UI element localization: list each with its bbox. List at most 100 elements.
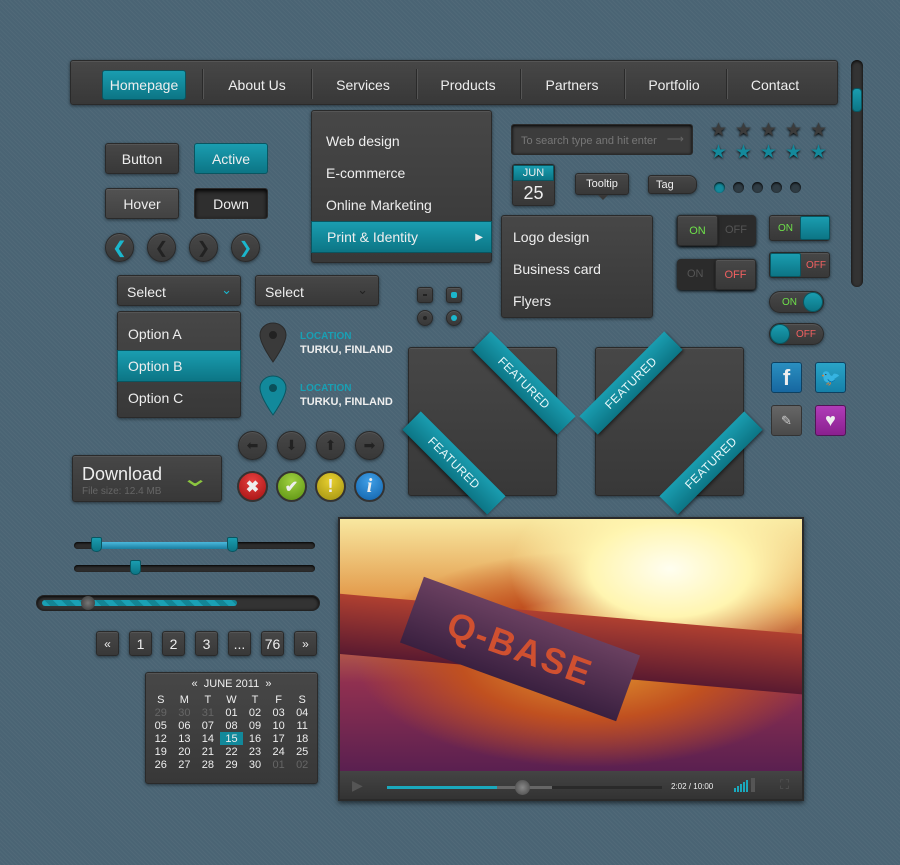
calendar-day[interactable]: 06: [173, 719, 197, 732]
arrow-left-button[interactable]: ⬅: [238, 431, 267, 460]
select-dropdown-open[interactable]: Select ⌄: [117, 275, 241, 306]
fullscreen-icon[interactable]: ⛶: [780, 777, 789, 793]
calendar-day[interactable]: 19: [149, 745, 173, 758]
option-a[interactable]: Option A: [118, 318, 240, 350]
warning-icon[interactable]: !: [315, 471, 346, 502]
toggle-off[interactable]: ON OFF: [677, 259, 756, 290]
calendar-day[interactable]: 30: [243, 758, 267, 771]
page-button[interactable]: 2: [162, 631, 185, 656]
heart-icon[interactable]: ♥: [815, 405, 846, 436]
submenu-item-flyers[interactable]: Flyers: [502, 285, 652, 317]
star-teal-icon[interactable]: ★: [710, 143, 727, 162]
calendar-day[interactable]: 10: [267, 719, 291, 732]
close-icon[interactable]: ✖: [237, 471, 268, 502]
calendar-day[interactable]: 26: [149, 758, 173, 771]
calendar-day[interactable]: 08: [220, 719, 244, 732]
star-teal-icon[interactable]: ★: [760, 143, 777, 162]
calendar-day[interactable]: 22: [220, 745, 244, 758]
facebook-icon[interactable]: f: [771, 362, 802, 393]
nav-portfolio[interactable]: Portfolio: [627, 70, 721, 100]
toggle-on[interactable]: ON OFF: [677, 215, 756, 246]
menu-item-print-identity[interactable]: Print & Identity ▶: [311, 221, 492, 253]
active-button[interactable]: Active: [194, 143, 268, 174]
star-teal-icon[interactable]: ★: [735, 143, 752, 162]
pill-toggle-on[interactable]: ON: [769, 291, 824, 313]
star-dark-icon[interactable]: ★: [735, 121, 752, 140]
pill-toggle-off[interactable]: OFF: [769, 323, 824, 345]
option-c[interactable]: Option C: [118, 382, 240, 414]
calendar-day[interactable]: 25: [290, 745, 314, 758]
calendar-day[interactable]: 23: [243, 745, 267, 758]
range-slider[interactable]: [74, 537, 315, 552]
slider-handle[interactable]: [130, 560, 141, 575]
switch-off[interactable]: OFF: [769, 252, 830, 278]
range-handle-min[interactable]: [91, 537, 102, 552]
calendar-day[interactable]: 20: [173, 745, 197, 758]
calendar-day[interactable]: 29: [149, 706, 173, 719]
deviantart-icon[interactable]: ✎: [771, 405, 802, 436]
pager-dot[interactable]: [771, 182, 782, 193]
calendar-day[interactable]: 01: [220, 706, 244, 719]
default-button[interactable]: Button: [105, 143, 179, 174]
calendar-day[interactable]: 28: [196, 758, 220, 771]
vertical-scrollbar[interactable]: [851, 60, 863, 287]
prev-arrow-button-active[interactable]: ❮: [105, 233, 134, 262]
volume-icon[interactable]: [734, 778, 758, 792]
page-button[interactable]: 76: [261, 631, 284, 656]
calendar-day[interactable]: 24: [267, 745, 291, 758]
calendar-day[interactable]: 02: [243, 706, 267, 719]
calendar-day[interactable]: 30: [173, 706, 197, 719]
calendar-day[interactable]: 18: [290, 732, 314, 745]
nav-homepage[interactable]: Homepage: [102, 70, 186, 100]
menu-item-web-design[interactable]: Web design: [312, 125, 491, 157]
star-dark-icon[interactable]: ★: [760, 121, 777, 140]
calendar-day[interactable]: 04: [290, 706, 314, 719]
search-input[interactable]: To search type and hit enter ⟶: [511, 124, 693, 155]
nav-partners[interactable]: Partners: [525, 70, 619, 100]
video-frame[interactable]: Q-BASE: [340, 519, 802, 771]
calendar-day[interactable]: 07: [196, 719, 220, 732]
seek-handle[interactable]: [515, 780, 530, 795]
pager-dot[interactable]: [752, 182, 763, 193]
calendar-day[interactable]: 17: [267, 732, 291, 745]
star-teal-icon[interactable]: ★: [810, 143, 827, 162]
calendar-day[interactable]: 01: [267, 758, 291, 771]
info-icon[interactable]: i: [354, 471, 385, 502]
star-teal-icon[interactable]: ★: [785, 143, 802, 162]
nav-products[interactable]: Products: [421, 70, 515, 100]
page-button[interactable]: ...: [228, 631, 251, 656]
page-button[interactable]: «: [96, 631, 119, 656]
check-icon[interactable]: ✔: [276, 471, 307, 502]
slider[interactable]: [74, 560, 315, 575]
video-seek-bar[interactable]: [387, 780, 662, 795]
next-arrow-button-active[interactable]: ❯: [231, 233, 260, 262]
checkbox-checked[interactable]: [446, 287, 462, 303]
arrow-up-button[interactable]: ⬆: [316, 431, 345, 460]
calendar-day[interactable]: 02: [290, 758, 314, 771]
radio-checked[interactable]: [446, 310, 462, 326]
hover-button[interactable]: Hover: [105, 188, 179, 219]
calendar-day[interactable]: 05: [149, 719, 173, 732]
submenu-item-business-card[interactable]: Business card: [502, 253, 652, 285]
progress-knob[interactable]: [81, 596, 95, 610]
calendar-day[interactable]: 15: [219, 732, 244, 745]
submenu-item-logo-design[interactable]: Logo design: [502, 221, 652, 253]
scrollbar-thumb[interactable]: [852, 88, 862, 112]
star-dark-icon[interactable]: ★: [810, 121, 827, 140]
page-button[interactable]: »: [294, 631, 317, 656]
twitter-icon[interactable]: 🐦: [815, 362, 846, 393]
page-button[interactable]: 3: [195, 631, 218, 656]
calendar-day[interactable]: 13: [173, 732, 197, 745]
radio[interactable]: [417, 310, 433, 326]
arrow-right-button[interactable]: ➡: [355, 431, 384, 460]
switch-on[interactable]: ON: [769, 215, 830, 241]
calendar-day[interactable]: 29: [220, 758, 244, 771]
arrow-down-button[interactable]: ⬇: [277, 431, 306, 460]
pager-dot-active[interactable]: [714, 182, 725, 193]
star-dark-icon[interactable]: ★: [785, 121, 802, 140]
nav-services[interactable]: Services: [316, 70, 410, 100]
calendar-day[interactable]: 21: [196, 745, 220, 758]
select-dropdown[interactable]: Select ⌄: [255, 275, 379, 306]
calendar-next[interactable]: »: [265, 678, 271, 690]
calendar-day[interactable]: 31: [196, 706, 220, 719]
